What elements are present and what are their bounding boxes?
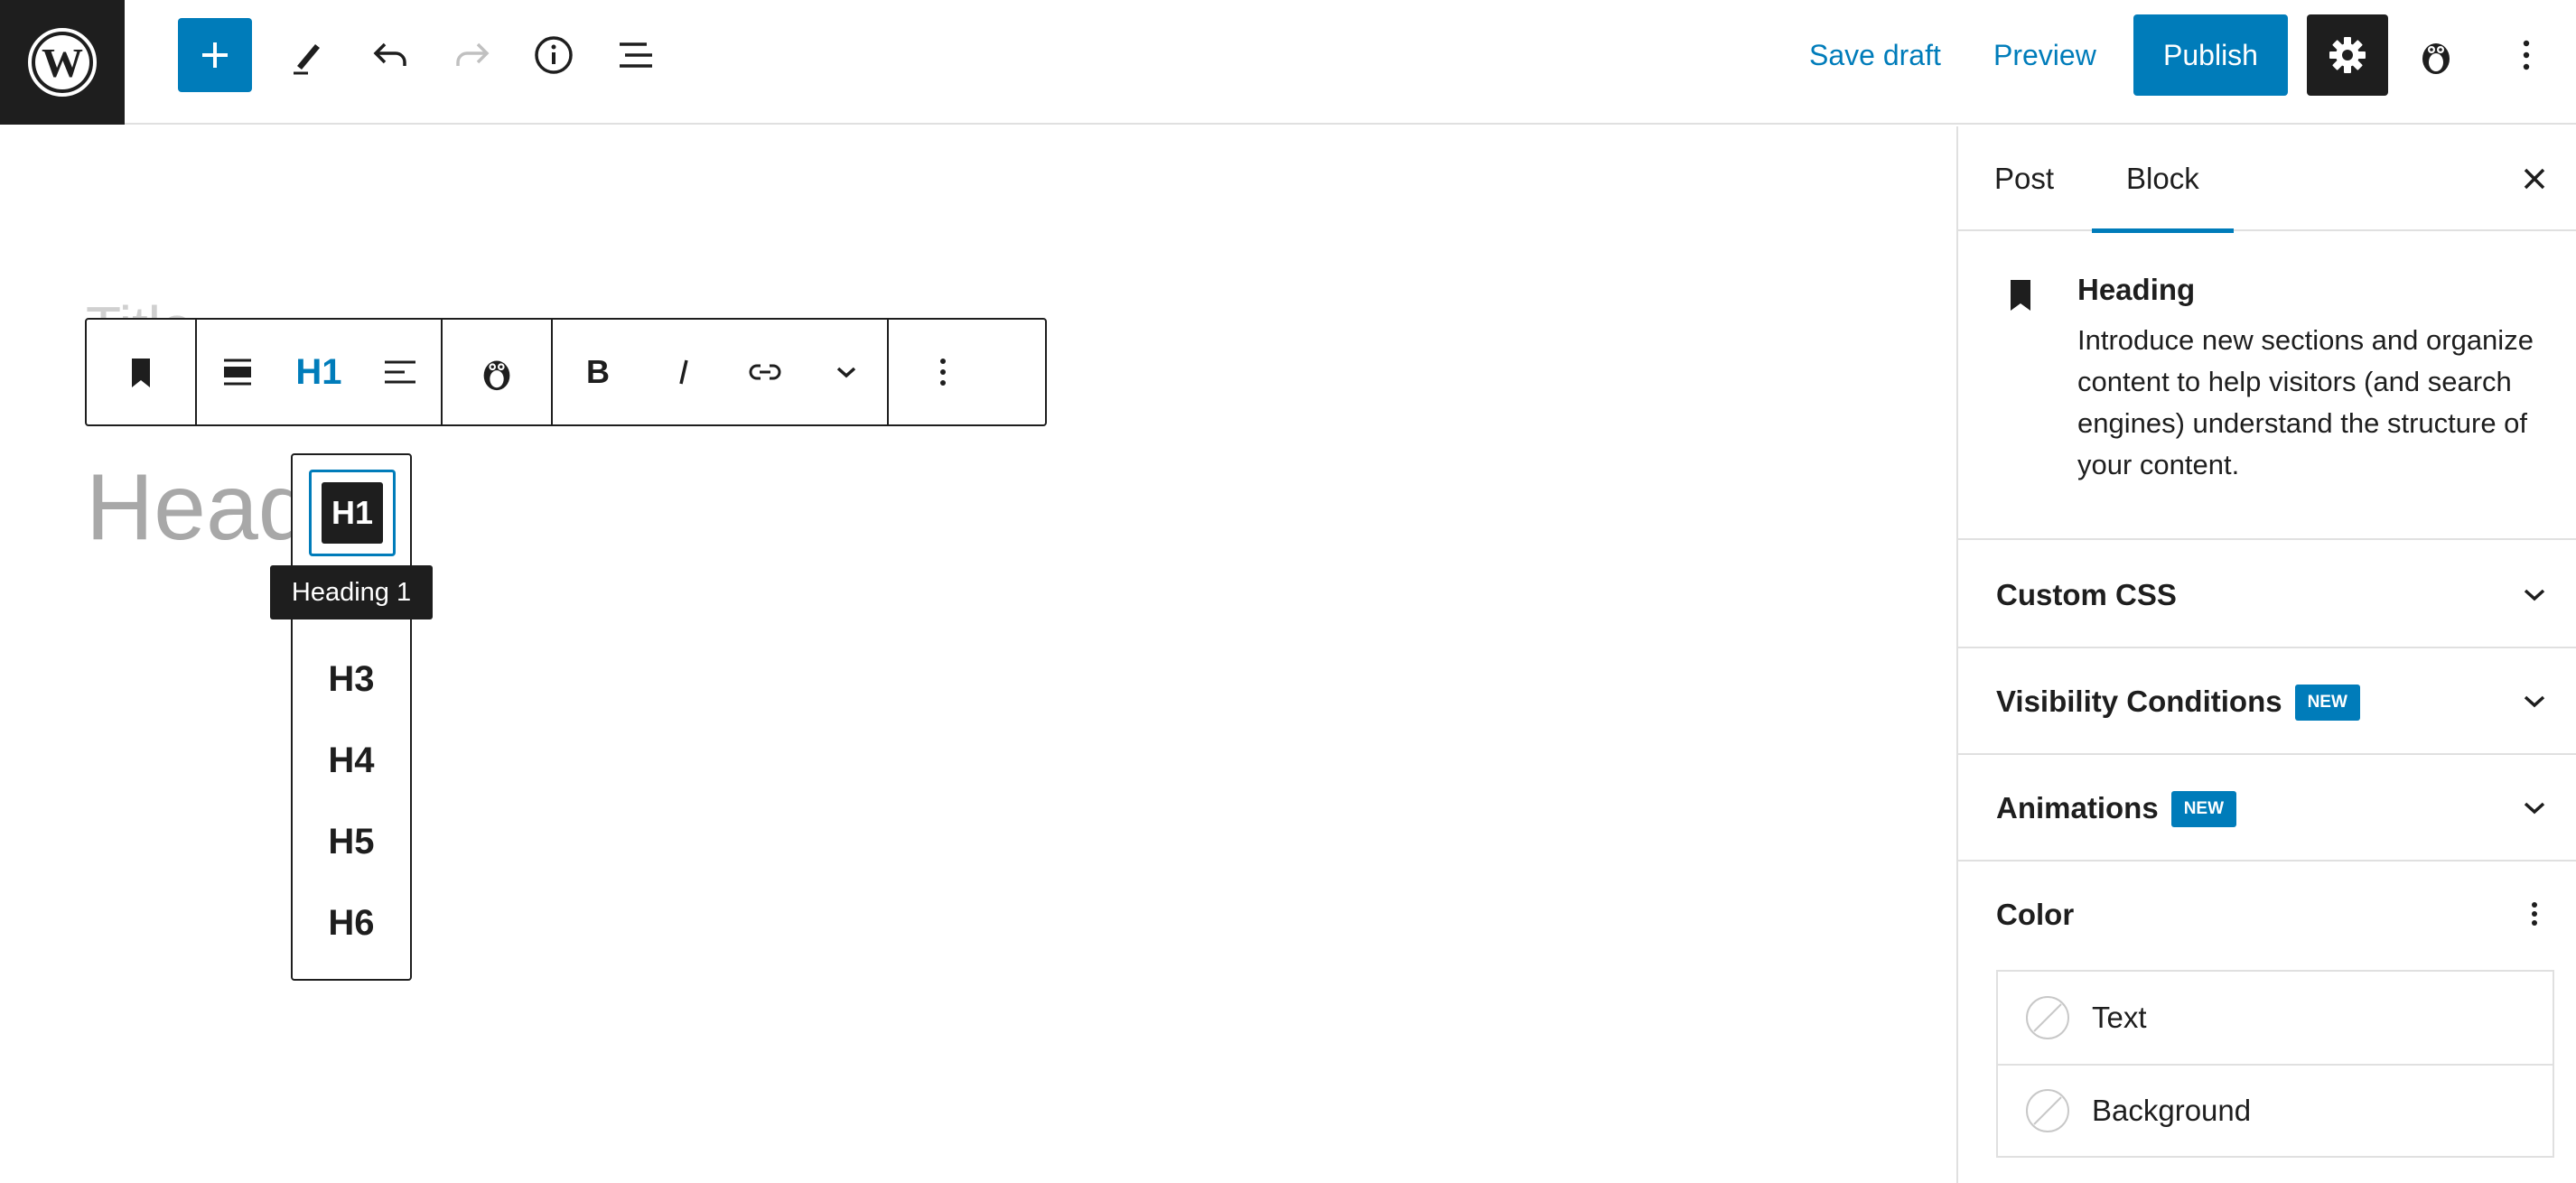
more-vertical-icon xyxy=(2523,40,2530,70)
block-card-title: Heading xyxy=(2077,273,2196,306)
alignment-group: H1 xyxy=(197,320,443,424)
text-align-button[interactable] xyxy=(359,320,441,424)
panel-title-text: Custom CSS xyxy=(1996,578,2177,611)
panel-color: Color Text Background xyxy=(1958,862,2576,1183)
align-wide-icon xyxy=(224,359,251,386)
options-menu-button[interactable] xyxy=(2489,18,2563,92)
preview-button[interactable]: Preview xyxy=(1993,25,2096,85)
plugin-button[interactable] xyxy=(2399,18,2473,92)
tab-block[interactable]: Block xyxy=(2092,126,2234,233)
panel-title: Custom CSS xyxy=(1996,542,2177,648)
panel-visibility-conditions[interactable]: Visibility Conditions NEW xyxy=(1958,648,2576,755)
align-left-icon xyxy=(385,360,415,384)
block-toolbar: H1 B xyxy=(85,318,1047,426)
empty-swatch-icon xyxy=(2026,1089,2069,1132)
more-vertical-icon xyxy=(940,359,946,386)
panel-title-text: Animations xyxy=(1996,791,2159,824)
gear-icon xyxy=(2329,37,2366,73)
new-badge: NEW xyxy=(2294,685,2360,721)
plugin-toolbar-button[interactable] xyxy=(443,320,551,424)
penguin-icon xyxy=(2422,43,2450,74)
redo-button[interactable] xyxy=(435,18,509,92)
plus-icon xyxy=(202,42,228,68)
block-align-button[interactable] xyxy=(197,320,278,424)
color-item-label: Background xyxy=(2092,1094,2252,1127)
italic-button[interactable] xyxy=(643,320,724,424)
heading-level-menu: H1 H3 H4 H5 H6 xyxy=(291,453,412,981)
editor-header: W Save draft Preview Publish xyxy=(0,0,2576,125)
chevron-down-icon xyxy=(836,367,856,378)
redo-icon xyxy=(456,42,490,66)
add-block-button[interactable] xyxy=(178,18,252,92)
panel-custom-css[interactable]: Custom CSS xyxy=(1958,542,2576,648)
info-icon xyxy=(535,36,573,74)
heading-level-h3-option[interactable]: H3 xyxy=(293,643,410,715)
close-sidebar-button[interactable] xyxy=(2511,155,2558,202)
bookmark-icon xyxy=(2002,276,2039,319)
chevron-down-icon xyxy=(2524,589,2545,601)
undo-icon xyxy=(373,42,406,66)
list-view-button[interactable] xyxy=(599,18,673,92)
link-icon xyxy=(749,364,781,380)
panel-color-title: Color xyxy=(1996,898,2075,931)
block-type-button[interactable] xyxy=(87,320,195,424)
chevron-down-icon xyxy=(2524,695,2545,708)
block-options-button[interactable] xyxy=(889,320,997,424)
link-button[interactable] xyxy=(724,320,806,424)
block-card-description: Introduce new sections and organize cont… xyxy=(2077,324,2534,480)
details-button[interactable] xyxy=(517,18,591,92)
panel-title-text: Visibility Conditions xyxy=(1996,685,2282,718)
heading-level-button[interactable]: H1 xyxy=(278,320,359,424)
sidebar-tabs: Post Block xyxy=(1958,126,2576,233)
color-item-background[interactable]: Background xyxy=(1998,1064,2553,1156)
more-vertical-icon[interactable] xyxy=(2518,898,2551,930)
italic-icon xyxy=(679,359,688,385)
panel-animations[interactable]: Animations NEW xyxy=(1958,755,2576,862)
settings-sidebar: Post Block Heading Introduce new section… xyxy=(1956,126,2576,1183)
heading-level-h6-option[interactable]: H6 xyxy=(293,887,410,959)
chevron-down-icon xyxy=(2524,802,2545,815)
color-item-label: Text xyxy=(2092,1001,2147,1034)
heading-level-tooltip: Heading 1 xyxy=(270,565,433,619)
wordpress-logo-icon[interactable]: W xyxy=(0,0,125,125)
penguin-icon xyxy=(483,360,510,391)
settings-button[interactable] xyxy=(2307,14,2388,96)
pencil-icon xyxy=(294,44,320,75)
heading-level-label: H1 xyxy=(295,351,342,392)
block-type-group xyxy=(87,320,197,424)
tab-post[interactable]: Post xyxy=(1994,126,2054,231)
options-group xyxy=(889,320,997,424)
heading-level-h1-label: H1 xyxy=(322,482,383,544)
panel-title: Animations NEW xyxy=(1996,755,2237,862)
heading-level-h1-option[interactable]: H1 xyxy=(309,470,396,556)
bookmark-icon xyxy=(132,359,150,387)
tools-button[interactable] xyxy=(271,18,345,92)
plugin-group xyxy=(443,320,553,424)
heading-level-h4-option[interactable]: H4 xyxy=(293,724,410,796)
format-group: B xyxy=(553,320,889,424)
empty-swatch-icon xyxy=(2026,996,2069,1039)
bold-button[interactable]: B xyxy=(553,320,643,424)
publish-button[interactable]: Publish xyxy=(2133,14,2288,96)
svg-text:W: W xyxy=(42,40,83,86)
bold-icon: B xyxy=(586,353,610,390)
undo-button[interactable] xyxy=(353,18,427,92)
color-item-text[interactable]: Text xyxy=(1998,972,2553,1064)
block-card: Heading Introduce new sections and organ… xyxy=(1958,233,2576,540)
save-draft-button[interactable]: Save draft xyxy=(1809,25,1941,85)
list-view-icon xyxy=(620,42,652,68)
color-settings-list: Text Background xyxy=(1996,970,2554,1158)
panel-title: Visibility Conditions NEW xyxy=(1996,648,2360,755)
heading-level-h5-option[interactable]: H5 xyxy=(293,806,410,878)
new-badge: NEW xyxy=(2170,791,2237,827)
more-formats-button[interactable] xyxy=(806,320,887,424)
close-icon xyxy=(2524,168,2545,190)
svg-text:B: B xyxy=(586,353,610,390)
